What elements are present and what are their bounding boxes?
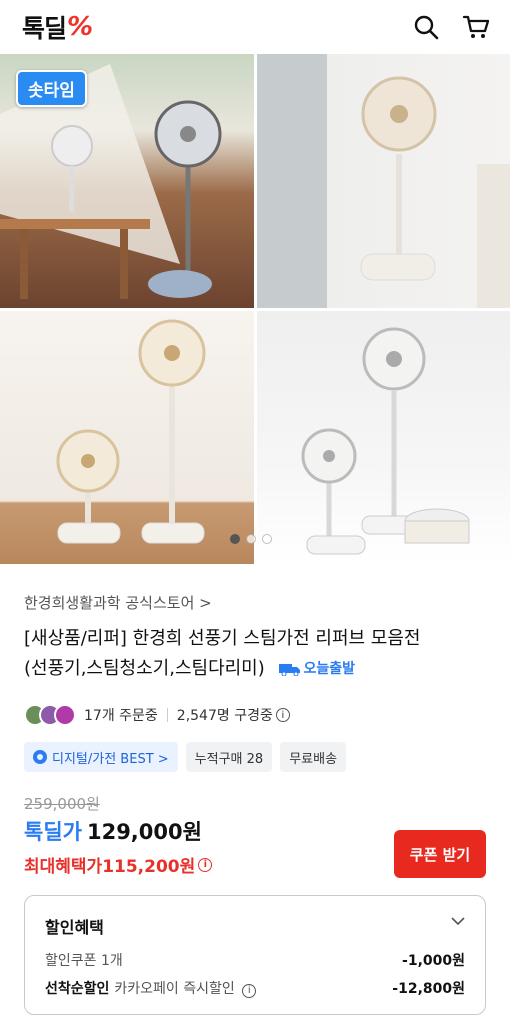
- product-stats: 17개 주문중 2,547명 구경중 i: [24, 704, 290, 726]
- discount-label-bold: 선착순할인: [45, 981, 110, 997]
- today-shipping-badge: 오늘출발: [278, 654, 356, 684]
- discount-title: 할인혜택: [45, 918, 104, 937]
- cart-icon[interactable]: [460, 11, 492, 43]
- discount-row: 선착순할인 카카오페이 즉시할인 i -12,800원: [45, 978, 465, 998]
- badge-icon: [33, 750, 47, 764]
- product-image-4[interactable]: [257, 311, 510, 564]
- chevron-down-icon[interactable]: [451, 916, 465, 926]
- pagination-dot[interactable]: [246, 534, 256, 544]
- search-icon[interactable]: [410, 11, 442, 43]
- product-title-line1: [새상품/리퍼] 한경희 선풍기 스팀가전 리퍼브 모음전: [24, 628, 421, 649]
- product-title: [새상품/리퍼] 한경희 선풍기 스팀가전 리퍼브 모음전 (선풍기,스팀청소기…: [24, 624, 494, 684]
- time-deal-badge: 솟타임: [16, 70, 87, 107]
- info-icon[interactable]: i: [198, 857, 213, 872]
- discount-label: 할인쿠폰 1개: [45, 953, 123, 969]
- free-shipping-tag: 무료배송: [280, 742, 347, 772]
- orders-count: 17개 주문중: [84, 708, 158, 724]
- top-header: 톡딜 %: [0, 0, 510, 54]
- category-best-label: 디지털/가전 BEST >: [52, 751, 169, 767]
- max-benefit-price: 최대혜택가115,200원: [24, 857, 196, 877]
- discount-label: 카카오페이 즉시할인: [114, 981, 235, 997]
- product-image-2[interactable]: [257, 54, 510, 308]
- category-best-tag[interactable]: 디지털/가전 BEST >: [24, 742, 178, 772]
- info-icon[interactable]: i: [275, 708, 290, 722]
- logo-mark: %: [67, 12, 93, 42]
- product-gallery[interactable]: 솟타임: [0, 54, 510, 564]
- cumulative-purchase-tag: 누적구매 28: [185, 742, 273, 772]
- deal-price-row: 톡딜가 129,000원: [24, 816, 202, 846]
- get-coupon-button[interactable]: 쿠폰 받기: [394, 830, 486, 878]
- discount-benefits-panel[interactable]: 할인혜택 할인쿠폰 1개 -1,000원 선착순할인 카카오페이 즉시할인 i -…: [24, 895, 486, 1015]
- today-shipping-label: 오늘출발: [303, 661, 356, 677]
- original-price: 259,000원: [24, 795, 100, 813]
- truck-icon: [278, 664, 300, 676]
- logo[interactable]: 톡딜 %: [22, 9, 93, 45]
- info-icon[interactable]: i: [242, 983, 257, 998]
- pagination-dot[interactable]: [230, 534, 240, 544]
- avatar: [54, 704, 76, 726]
- product-tags: 디지털/가전 BEST > 누적구매 28 무료배송: [24, 742, 347, 772]
- discount-amount: -12,800원: [392, 981, 465, 997]
- product-title-line2: (선풍기,스팀청소기,스팀다리미): [24, 658, 265, 679]
- product-title-line2-wrap: (선풍기,스팀청소기,스팀다리미) 오늘출발: [24, 654, 494, 684]
- pagination-dot[interactable]: [262, 534, 272, 544]
- product-image-1[interactable]: 솟타임: [0, 54, 254, 308]
- max-benefit-row: 최대혜택가115,200원 i: [24, 852, 213, 877]
- deal-price-label: 톡딜가: [24, 820, 82, 844]
- discount-amount: -1,000원: [402, 953, 465, 969]
- viewers-count: 2,547명 구경중: [176, 708, 273, 724]
- product-image-3[interactable]: [0, 311, 254, 564]
- logo-text: 톡딜: [22, 14, 67, 43]
- store-link[interactable]: 한경희생활과학 공식스토어 >: [24, 592, 212, 613]
- discount-row: 할인쿠폰 1개 -1,000원: [45, 950, 465, 970]
- buyer-avatars: [24, 704, 76, 726]
- divider: [166, 708, 168, 722]
- deal-price: 129,000원: [86, 820, 202, 844]
- gallery-pagination: [230, 534, 272, 544]
